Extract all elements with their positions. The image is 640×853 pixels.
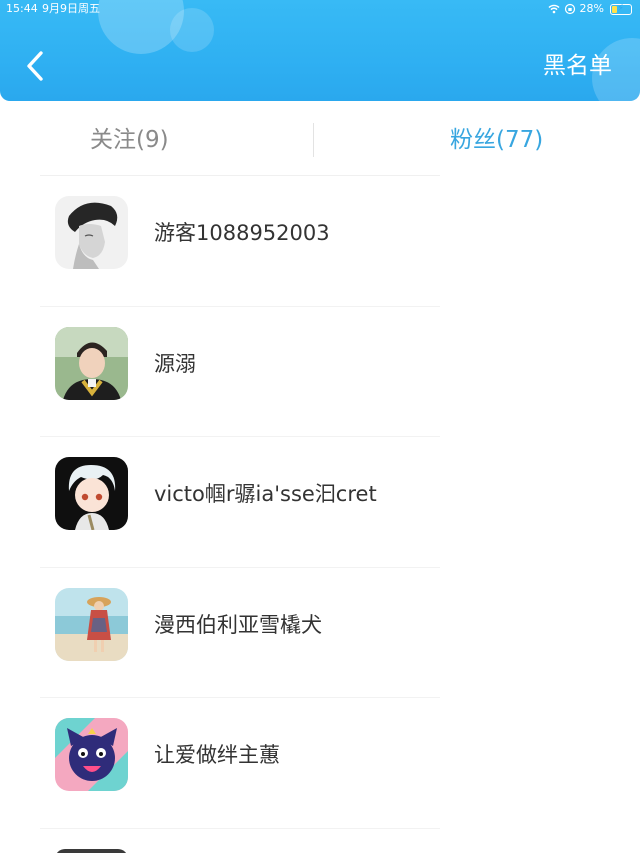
status-date: 9月9日周五 [42, 2, 100, 15]
avatar-boy-graduation-icon [55, 326, 128, 400]
tab-following-label: 关注 [90, 127, 136, 153]
chevron-left-icon [27, 51, 43, 81]
avatar-girl-beach-icon [55, 587, 128, 661]
list-item[interactable]: 游客1088952003 [0, 176, 640, 307]
avatar[interactable] [55, 587, 128, 661]
user-name: 游客1088952003 [154, 221, 330, 245]
list-item[interactable]: 源溺 [0, 307, 640, 437]
fans-list: 游客1088952003 源溺 victo帼r骣ia'sse汩cret 漫西伯利… [0, 176, 640, 829]
list-item[interactable]: 漫西伯利亚雪橇犬 [0, 568, 640, 698]
charging-bolt-icon: ⚡ [617, 2, 625, 14]
top-header: 15:44 9月9日周五 28% ⚡ 黑名单 [0, 0, 640, 101]
avatar-anime-character-icon [55, 457, 128, 530]
avatar-cartoon-cat-icon [55, 718, 128, 791]
orientation-lock-icon [564, 3, 576, 15]
tab-fans-count: (77) [496, 127, 544, 153]
status-right-group: 28% ⚡ [548, 0, 632, 18]
tab-bar: 关注(9) 粉丝(77) [0, 118, 640, 162]
list-item[interactable]: victo帼r骣ia'sse汩cret [0, 437, 640, 568]
tab-divider [313, 123, 314, 157]
partial-avatar [55, 849, 128, 853]
blacklist-button[interactable]: 黑名单 [543, 49, 612, 83]
user-name: 漫西伯利亚雪橇犬 [154, 612, 322, 637]
fans-list-screen: 15:44 9月9日周五 28% ⚡ 黑名单 关注(9) 粉丝(77) 游客10… [0, 0, 640, 853]
avatar[interactable] [55, 326, 128, 400]
wifi-icon [548, 3, 560, 15]
status-bar: 15:44 9月9日周五 28% ⚡ [0, 0, 640, 18]
user-name: victo帼r骣ia'sse汩cret [154, 482, 377, 506]
tab-following-count: (9) [136, 127, 169, 153]
user-name: 让爱做绊主蕙 [154, 743, 280, 767]
row-divider [40, 827, 440, 829]
avatar[interactable] [55, 457, 128, 530]
tab-fans[interactable]: 粉丝(77) [450, 118, 543, 162]
battery-icon: ⚡ [610, 2, 632, 15]
status-time: 15:44 [6, 2, 38, 15]
list-item[interactable]: 让爱做绊主蕙 [0, 698, 640, 829]
tab-following[interactable]: 关注(9) [90, 118, 169, 162]
back-button[interactable] [18, 46, 52, 86]
avatar[interactable] [55, 718, 128, 791]
tab-fans-label: 粉丝 [450, 127, 496, 153]
avatar-young-man-bw-icon [55, 196, 128, 269]
user-name: 源溺 [154, 351, 196, 376]
battery-percent: 28% [579, 2, 604, 15]
avatar[interactable] [55, 196, 128, 269]
